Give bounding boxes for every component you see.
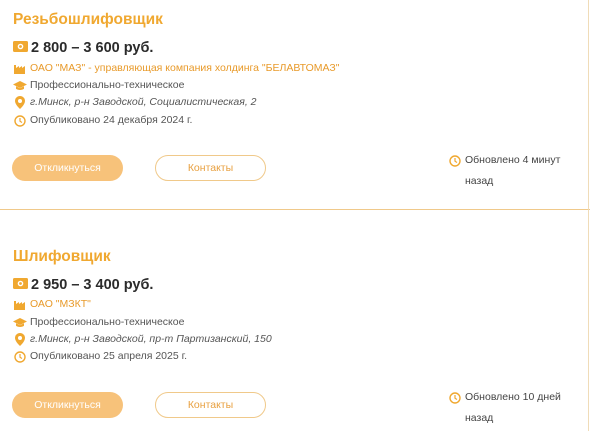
education-row: Профессионально-техническое	[13, 316, 184, 329]
salary-text: 2 800 – 3 600 руб.	[31, 40, 154, 56]
job-title[interactable]: Резьбошлифовщик	[13, 11, 163, 29]
published-text: Опубликовано 24 декабря 2024 г.	[30, 114, 193, 126]
clock-icon	[449, 391, 461, 412]
published-row: Опубликовано 25 апреля 2025 г.	[13, 350, 187, 363]
address-row: г.Минск, р-н Заводской, пр-т Партизански…	[13, 333, 272, 346]
job-card: Резьбошлифовщик 2 800 – 3 600 руб. ОАО "…	[0, 0, 590, 209]
clock-icon	[13, 350, 27, 363]
apply-button[interactable]: Откликнуться	[12, 392, 123, 418]
salary: 2 800 – 3 600 руб.	[13, 40, 153, 57]
updated-info: Обновлено 4 минут назад	[449, 150, 575, 192]
clock-icon	[449, 154, 461, 175]
education-text: Профессионально-техническое	[30, 79, 185, 91]
address-text: г.Минск, р-н Заводской, Социалистическая…	[30, 96, 257, 108]
job-title[interactable]: Шлифовщик	[13, 248, 111, 266]
salary: 2 950 – 3 400 руб.	[13, 277, 153, 294]
company-link[interactable]: ОАО "МЗКТ"	[30, 298, 91, 311]
updated-text: Обновлено 4 минут назад	[465, 154, 561, 187]
company-row: ОАО "МАЗ" - управляющая компания холдинг…	[13, 62, 339, 75]
graduation-cap-icon	[13, 317, 27, 329]
factory-icon	[13, 299, 27, 311]
clock-icon	[13, 114, 27, 127]
location-pin-icon	[13, 96, 27, 109]
apply-button[interactable]: Откликнуться	[12, 155, 123, 181]
updated-info: Обновлено 10 дней назад	[449, 387, 575, 429]
education-text: Профессионально-техническое	[30, 316, 185, 328]
job-card: Шлифовщик 2 950 – 3 400 руб. ОАО "МЗКТ" …	[0, 210, 590, 431]
page-border	[588, 0, 589, 431]
graduation-cap-icon	[13, 80, 27, 92]
money-icon	[13, 40, 28, 57]
company-link[interactable]: ОАО "МАЗ" - управляющая компания холдинг…	[30, 62, 339, 75]
updated-text: Обновлено 10 дней назад	[465, 391, 561, 424]
salary-text: 2 950 – 3 400 руб.	[31, 277, 154, 293]
contacts-button[interactable]: Контакты	[155, 392, 266, 418]
factory-icon	[13, 63, 27, 75]
address-text: г.Минск, р-н Заводской, пр-т Партизански…	[30, 333, 272, 345]
contacts-button[interactable]: Контакты	[155, 155, 266, 181]
money-icon	[13, 277, 28, 294]
published-row: Опубликовано 24 декабря 2024 г.	[13, 114, 192, 127]
education-row: Профессионально-техническое	[13, 79, 184, 92]
location-pin-icon	[13, 333, 27, 346]
company-row: ОАО "МЗКТ"	[13, 298, 91, 311]
published-text: Опубликовано 25 апреля 2025 г.	[30, 350, 188, 362]
address-row: г.Минск, р-н Заводской, Социалистическая…	[13, 96, 257, 109]
